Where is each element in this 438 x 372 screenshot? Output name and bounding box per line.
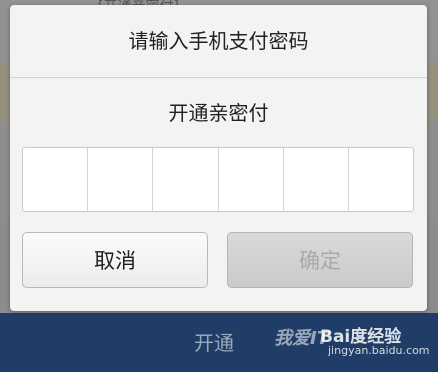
confirm-button[interactable]: 确定 xyxy=(227,232,413,288)
password-digit-cell[interactable] xyxy=(219,148,284,211)
password-digit-cell[interactable] xyxy=(349,148,413,211)
password-digit-cell[interactable] xyxy=(284,148,349,211)
cancel-button[interactable]: 取消 xyxy=(22,232,208,288)
password-digit-cell[interactable] xyxy=(88,148,154,211)
password-digit-cell[interactable] xyxy=(153,148,219,211)
background-open-button-label: 开通 xyxy=(194,331,234,355)
dialog-divider xyxy=(10,77,427,78)
dialog-subtitle: 开通亲密付 xyxy=(168,101,269,125)
password-digit-cell[interactable] xyxy=(23,148,89,211)
password-input[interactable] xyxy=(22,147,414,212)
payment-password-dialog: 请输入手机支付密码 开通亲密付 取消 确定 xyxy=(10,5,427,311)
dialog-title: 请输入手机支付密码 xyxy=(128,29,309,53)
